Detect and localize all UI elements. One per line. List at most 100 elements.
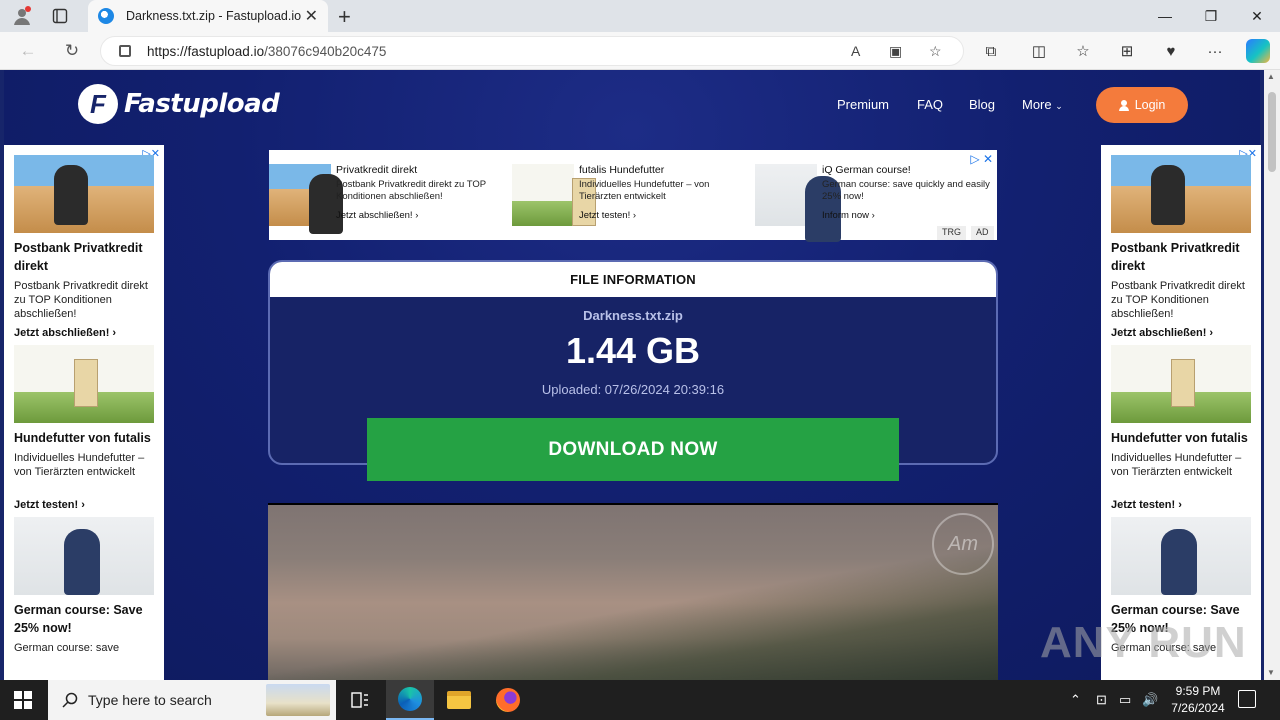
ad-title: iQ German course! xyxy=(822,164,911,176)
ad-image xyxy=(755,164,841,242)
task-view-icon[interactable] xyxy=(336,680,384,720)
network-icon[interactable]: ⊡ xyxy=(1096,692,1107,708)
top-ad-banner[interactable]: ▷ ✕ Privatkredit direkt Postbank Privatk… xyxy=(269,150,997,242)
active-tab[interactable]: Darkness.txt.zip - Fastupload.io ✕ xyxy=(88,0,328,32)
file-explorer-icon[interactable] xyxy=(435,680,483,720)
windows-start-icon[interactable] xyxy=(14,691,32,709)
browser-tab-bar: Darkness.txt.zip - Fastupload.io ✕ + — ❐… xyxy=(0,0,1280,32)
ad-body: German course: save quickly and easily 2… xyxy=(822,179,990,202)
ad-image xyxy=(512,164,596,226)
ad-body: German course: save xyxy=(14,642,120,654)
ad-image xyxy=(269,164,343,234)
video-logo-icon: Am xyxy=(932,513,994,575)
site-logo[interactable]: F Fastupload xyxy=(78,84,280,124)
ad-body: Individuelles Hundefutter – von Tierärzt… xyxy=(1111,452,1242,478)
address-bar[interactable]: https://fastupload.io/38076c940b20c475 A… xyxy=(100,36,964,66)
ad-image xyxy=(14,517,154,595)
ad-title: German course: Save 25% now! xyxy=(14,603,143,635)
browser-toolbar: ← ↻ https://fastupload.io/38076c940b20c4… xyxy=(0,32,1280,70)
upload-date: Uploaded: 07/26/2024 20:39:16 xyxy=(541,382,725,397)
right-side-ad[interactable]: ▷✕ Postbank Privatkredit direkt Postbank… xyxy=(1101,145,1261,680)
ad-cta[interactable]: Jetzt testen! › xyxy=(579,210,747,221)
ad-image xyxy=(1111,345,1251,423)
side-ad-item[interactable]: Postbank Privatkredit direkt Postbank Pr… xyxy=(14,155,154,339)
clock-date: 7/26/2024 xyxy=(1171,701,1225,715)
extensions-icon[interactable]: ⧉ xyxy=(980,40,1002,62)
taskbar-clock[interactable]: 9:59 PM 7/26/2024 xyxy=(1162,683,1234,717)
ad-title: futalis Hundefutter xyxy=(579,164,665,176)
video-ad[interactable]: Am xyxy=(268,503,998,680)
ad-cta[interactable]: Jetzt testen! › xyxy=(1111,499,1251,511)
side-ad-item[interactable]: Hundefutter von futalis Individuelles Hu… xyxy=(14,345,154,511)
immersive-reader-icon[interactable]: ▣ xyxy=(889,43,902,60)
edge-taskbar-icon[interactable] xyxy=(386,680,434,720)
top-ad-item[interactable]: Privatkredit direkt Postbank Privatkredi… xyxy=(269,164,507,234)
login-button[interactable]: Login xyxy=(1096,87,1188,123)
firefox-icon[interactable] xyxy=(484,680,532,720)
performance-icon[interactable]: ♥ xyxy=(1160,40,1182,62)
restore-icon[interactable]: ❐ xyxy=(1188,0,1234,32)
chevron-up-icon[interactable]: ⌃ xyxy=(1070,692,1081,708)
copilot-icon[interactable] xyxy=(1246,39,1270,63)
read-aloud-icon[interactable]: A xyxy=(851,43,860,59)
nav-more[interactable]: More ⌄ xyxy=(1022,97,1063,112)
volume-icon[interactable]: 🔊 xyxy=(1142,692,1158,708)
ad-image xyxy=(14,345,154,423)
page-scrollbar[interactable]: ▲ ▼ xyxy=(1264,70,1280,680)
notification-icon[interactable] xyxy=(1238,690,1256,708)
scroll-up-icon[interactable]: ▲ xyxy=(1267,72,1275,81)
new-tab-icon[interactable]: + xyxy=(338,4,351,30)
nav-premium[interactable]: Premium xyxy=(837,97,889,112)
url-text: https://fastupload.io/38076c940b20c475 xyxy=(147,43,387,59)
tab-actions-icon[interactable] xyxy=(48,4,72,28)
top-ad-item[interactable]: futalis Hundefutter Individuelles Hundef… xyxy=(512,164,750,228)
close-tab-icon[interactable]: ✕ xyxy=(305,6,318,26)
scroll-down-icon[interactable]: ▼ xyxy=(1267,668,1275,677)
ad-body: Postbank Privatkredit direkt zu TOP Kond… xyxy=(336,179,486,202)
watermark: ANY RUN xyxy=(1040,618,1247,667)
top-ad-item[interactable]: iQ German course! German course: save qu… xyxy=(755,164,993,242)
display-icon[interactable]: ▭ xyxy=(1119,692,1131,708)
taskbar-search[interactable]: Type here to search xyxy=(48,680,336,720)
search-icon xyxy=(62,692,78,708)
logo-mark-icon: F xyxy=(78,84,118,124)
ad-cta[interactable]: Jetzt abschließen! › xyxy=(336,210,504,221)
ad-cta[interactable]: Jetzt abschließen! › xyxy=(14,327,154,339)
download-now-button[interactable]: DOWNLOAD NOW xyxy=(367,418,899,481)
ad-body: Individuelles Hundefutter – von Tierärzt… xyxy=(579,179,710,202)
more-icon[interactable]: ··· xyxy=(1204,40,1226,62)
split-screen-icon[interactable]: ◫ xyxy=(1028,40,1050,62)
nav-faq[interactable]: FAQ xyxy=(917,97,943,112)
nav-blog[interactable]: Blog xyxy=(969,97,995,112)
side-ad-item[interactable]: German course: Save 25% now! German cour… xyxy=(14,517,154,655)
refresh-icon[interactable]: ↻ xyxy=(60,39,84,63)
clock-time: 9:59 PM xyxy=(1175,684,1221,698)
ad-tag: TRG xyxy=(937,226,966,240)
ad-cta[interactable]: Inform now › xyxy=(822,210,990,221)
search-highlight-image xyxy=(266,684,330,716)
ad-cta[interactable]: Jetzt abschließen! › xyxy=(1111,327,1251,339)
minimize-icon[interactable]: — xyxy=(1142,0,1188,32)
lock-icon xyxy=(119,45,131,57)
back-icon[interactable]: ← xyxy=(16,39,40,63)
favorite-star-icon[interactable]: ☆ xyxy=(929,43,942,60)
login-label: Login xyxy=(1134,98,1166,112)
profile-icon[interactable] xyxy=(10,4,34,28)
side-ad-item[interactable]: Postbank Privatkredit direkt Postbank Pr… xyxy=(1111,155,1251,339)
search-placeholder: Type here to search xyxy=(88,692,212,708)
favorites-icon[interactable]: ☆ xyxy=(1072,40,1094,62)
side-ad-item[interactable]: Hundefutter von futalis Individuelles Hu… xyxy=(1111,345,1251,511)
tab-title: Darkness.txt.zip - Fastupload.io xyxy=(126,9,302,23)
left-side-ad[interactable]: ▷✕ Postbank Privatkredit direkt Postbank… xyxy=(4,145,164,680)
ad-title: Hundefutter von futalis xyxy=(14,431,151,445)
page-viewport: F Fastupload Premium FAQ Blog More ⌄ Log… xyxy=(0,70,1264,680)
collections-icon[interactable]: ⊞ xyxy=(1116,40,1138,62)
ad-body: Postbank Privatkredit direkt zu TOP Kond… xyxy=(14,280,148,320)
close-window-icon[interactable]: ✕ xyxy=(1234,0,1280,32)
ad-body: Postbank Privatkredit direkt zu TOP Kond… xyxy=(1111,280,1245,320)
logo-text: Fastupload xyxy=(124,89,280,119)
scrollbar-thumb[interactable] xyxy=(1268,92,1276,172)
file-name: Darkness.txt.zip xyxy=(583,308,683,323)
ad-title: Privatkredit direkt xyxy=(336,164,418,176)
ad-cta[interactable]: Jetzt testen! › xyxy=(14,499,154,511)
